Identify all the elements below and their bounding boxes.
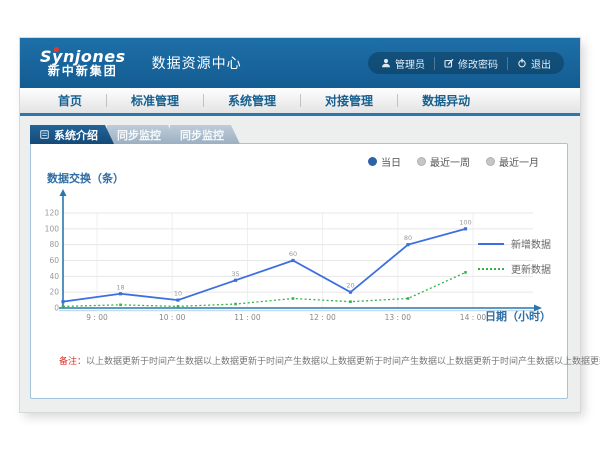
- legend-item-new-data[interactable]: 新增数据: [478, 236, 551, 251]
- tab-system-intro[interactable]: 系统介绍: [30, 125, 114, 144]
- range-option-last-month[interactable]: 最近一月: [486, 154, 539, 169]
- change-password-button[interactable]: 修改密码: [434, 57, 507, 70]
- main-nav: 首页 标准管理 系统管理 对接管理 数据异动: [20, 88, 580, 116]
- svg-text:11 : 00: 11 : 00: [234, 313, 261, 322]
- power-icon: [517, 58, 527, 68]
- svg-text:35: 35: [231, 270, 239, 278]
- logout-button[interactable]: 退出: [507, 57, 560, 70]
- radio-selected-icon: [368, 157, 377, 166]
- legend-item-updated-data[interactable]: 更新数据: [478, 261, 551, 276]
- app-window: Synjones 新中新集团 数据资源中心 管理员 修改密码: [20, 38, 580, 412]
- tab-sync-monitor-1[interactable]: 同步监控: [107, 125, 177, 144]
- logo-chinese: 新中新集团: [40, 65, 126, 78]
- range-option-today[interactable]: 当日: [368, 154, 401, 169]
- line-chart: 0 20 40 60 80 100 120 9 : 00 10 : 00 11 : 00 12 : …: [45, 186, 550, 326]
- dotted-line-icon: [478, 268, 504, 270]
- tab-sync-monitor-2[interactable]: 同步监控: [170, 125, 240, 144]
- y-axis-title: 数据交换（条）: [47, 170, 124, 186]
- chart-panel: 当日 最近一周 最近一月 数据交换（条） 0 20 40 60 80 100 120 9 : …: [30, 143, 568, 399]
- svg-text:40: 40: [49, 272, 59, 281]
- document-grid-icon: [40, 130, 49, 139]
- radio-unselected-icon: [417, 157, 426, 166]
- footnote-text: 以上数据更新于时间产生数据以上数据更新于时间产生数据以上数据更新于时间产生数据以…: [86, 357, 600, 367]
- user-icon: [381, 58, 391, 68]
- user-name: 管理员: [395, 56, 425, 71]
- svg-text:20: 20: [346, 282, 354, 290]
- svg-text:80: 80: [49, 240, 59, 249]
- current-user-button[interactable]: 管理员: [372, 57, 434, 70]
- nav-item-system-mgmt[interactable]: 系统管理: [204, 92, 300, 109]
- user-toolbar: 管理员 修改密码 退出: [368, 52, 564, 74]
- svg-text:12 : 00: 12 : 00: [309, 313, 336, 322]
- svg-text:14 : 00: 14 : 00: [460, 313, 487, 322]
- svg-text:60: 60: [49, 256, 59, 265]
- solid-line-icon: [478, 243, 504, 245]
- svg-text:120: 120: [45, 209, 59, 218]
- edit-icon: [444, 58, 454, 68]
- svg-text:100: 100: [45, 224, 59, 233]
- x-axis-title: 日期（小时）: [485, 308, 551, 324]
- svg-text:20: 20: [49, 288, 59, 297]
- radio-unselected-icon: [486, 157, 495, 166]
- svg-text:13 : 00: 13 : 00: [385, 313, 412, 322]
- svg-text:0: 0: [54, 304, 59, 313]
- svg-text:10 : 00: 10 : 00: [159, 313, 186, 322]
- svg-text:100: 100: [459, 218, 471, 226]
- logo-english: Synjones: [40, 48, 126, 66]
- nav-item-data-change[interactable]: 数据异动: [398, 92, 494, 109]
- nav-item-interface-mgmt[interactable]: 对接管理: [301, 92, 397, 109]
- footnote: 备注：以上数据更新于时间产生数据以上数据更新于时间产生数据以上数据更新于时间产生…: [59, 354, 600, 367]
- tab-bar: 系统介绍 同步监控 同步监控: [30, 125, 233, 144]
- svg-text:18: 18: [116, 283, 124, 291]
- svg-text:9 : 00: 9 : 00: [86, 313, 108, 322]
- nav-item-standard-mgmt[interactable]: 标准管理: [107, 92, 203, 109]
- range-option-last-week[interactable]: 最近一周: [417, 154, 470, 169]
- logo-red-accent-icon: [54, 47, 59, 52]
- app-header: Synjones 新中新集团 数据资源中心 管理员 修改密码: [20, 38, 580, 88]
- page-title: 数据资源中心: [152, 53, 242, 73]
- svg-text:80: 80: [404, 234, 412, 242]
- svg-text:60: 60: [289, 250, 297, 258]
- time-range-group: 当日 最近一周 最近一月: [368, 154, 539, 169]
- company-logo[interactable]: Synjones 新中新集团: [40, 48, 126, 79]
- svg-text:10: 10: [174, 290, 182, 298]
- footnote-prefix: 备注：: [59, 357, 86, 367]
- chart-legend: 新增数据 更新数据: [478, 236, 551, 286]
- nav-item-home[interactable]: 首页: [34, 92, 106, 109]
